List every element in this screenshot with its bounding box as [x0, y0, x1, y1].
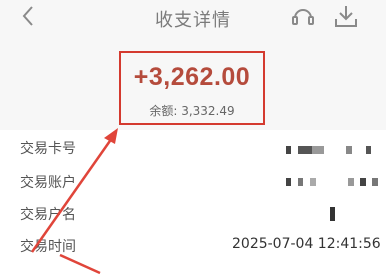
amount-highlight-box: +3,262.00 余额: 3,332.49: [119, 51, 265, 125]
account-label: 交易账户: [20, 175, 76, 191]
account-value-masked: [286, 178, 381, 186]
card-number-label: 交易卡号: [20, 141, 76, 157]
annotation-arrow-line: [59, 253, 101, 275]
top-bar: 收支详情: [0, 0, 386, 34]
customer-service-button[interactable]: [290, 3, 316, 29]
transaction-amount: +3,262.00: [133, 63, 251, 91]
transaction-time-value: 2025-07-04 12:41:56: [232, 236, 381, 252]
card-number-value-masked: [286, 146, 376, 154]
headset-icon: [292, 9, 314, 25]
transaction-time-label: 交易时间: [20, 239, 76, 255]
account-name-value-masked: [330, 207, 338, 221]
account-name-label: 交易户名: [20, 207, 76, 223]
annotation-arrowhead: [104, 128, 118, 144]
page-title: 收支详情: [155, 10, 231, 31]
account-balance: 余额: 3,332.49: [149, 104, 235, 118]
download-button[interactable]: [333, 3, 359, 29]
download-icon: [335, 6, 357, 27]
